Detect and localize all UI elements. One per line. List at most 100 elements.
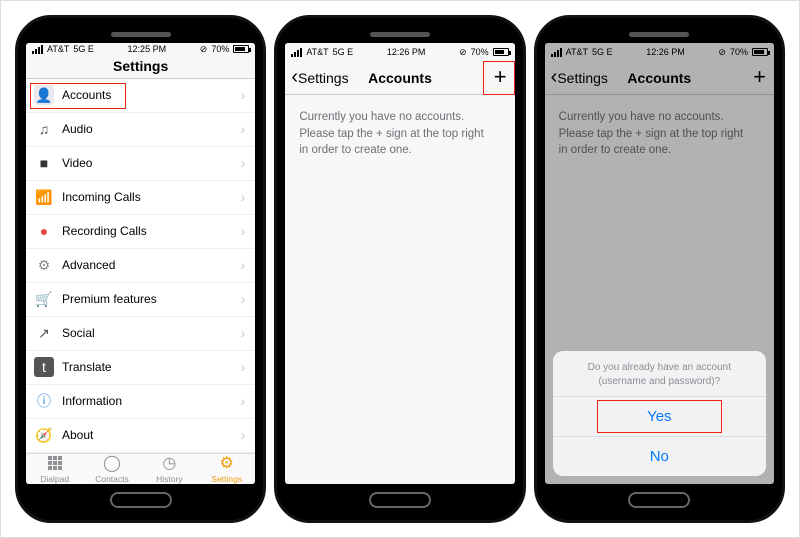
chevron-right-icon: ›	[241, 189, 246, 205]
tab-bar: Dialpad ◯ Contacts ◷ History ⚙ Settings	[26, 453, 255, 484]
chevron-right-icon: ›	[241, 359, 246, 375]
network-label: 5G E	[73, 44, 94, 54]
row-incoming[interactable]: 📶 Incoming Calls ›	[26, 181, 255, 215]
about-icon: 🧭	[34, 425, 54, 445]
clock: 12:25 PM	[128, 44, 167, 54]
chevron-right-icon: ›	[241, 325, 246, 341]
row-label: Information	[62, 394, 122, 408]
tab-label: Contacts	[95, 474, 129, 484]
row-label: Video	[62, 156, 92, 170]
chevron-right-icon: ›	[241, 427, 246, 443]
network-label: 5G E	[333, 47, 354, 57]
sheet-no-button[interactable]: No	[553, 436, 766, 476]
row-label: Audio	[62, 122, 93, 136]
sheet-prompt-line: (username and password)?	[567, 375, 752, 389]
row-accounts[interactable]: 👤 Accounts ›	[26, 79, 255, 113]
contacts-icon: ◯	[103, 454, 121, 472]
tab-history[interactable]: ◷ History	[141, 454, 198, 484]
row-recording[interactable]: ● Recording Calls ›	[26, 215, 255, 249]
row-video[interactable]: ■ Video ›	[26, 147, 255, 181]
sheet-prompt-line: Do you already have an account	[567, 361, 752, 375]
battery-icon	[493, 48, 509, 56]
row-label: About	[62, 428, 93, 442]
sheet-button-label: No	[650, 448, 669, 465]
chevron-right-icon: ›	[241, 121, 246, 137]
clock: 12:26 PM	[387, 47, 426, 57]
row-social[interactable]: ↗ Social ›	[26, 317, 255, 351]
home-button[interactable]	[110, 492, 172, 508]
record-icon: ●	[34, 221, 54, 241]
page-title: Accounts	[368, 70, 432, 86]
phone-2: AT&T 5G E 12:26 PM ⊘ 70% ‹ Settings Acco…	[274, 15, 525, 523]
history-icon: ◷	[162, 454, 176, 472]
add-button[interactable]: +	[494, 64, 507, 90]
row-label: Translate	[62, 360, 112, 374]
back-button[interactable]: ‹ Settings	[291, 67, 348, 89]
translate-icon: t	[34, 357, 54, 377]
back-label: Settings	[298, 70, 349, 86]
chevron-left-icon: ‹	[291, 67, 298, 89]
msg-line: Please tap the + sign at the top right	[299, 126, 500, 143]
row-label: Advanced	[62, 258, 115, 272]
tab-label: Dialpad	[40, 474, 69, 484]
status-bar: AT&T 5G E 12:26 PM ⊘ 70%	[285, 43, 514, 61]
home-button[interactable]	[369, 492, 431, 508]
incoming-icon: 📶	[34, 187, 54, 207]
chevron-right-icon: ›	[241, 223, 246, 239]
speaker-grille	[111, 32, 171, 37]
tab-dialpad[interactable]: Dialpad	[26, 454, 83, 484]
audio-icon: ♫	[34, 119, 54, 139]
settings-list: 👤 Accounts › ♫ Audio › ■ Video › 📶 Incom…	[26, 79, 255, 453]
battery-icon	[233, 45, 249, 53]
info-icon: ⓘ	[34, 391, 54, 411]
signal-icon	[291, 48, 302, 57]
row-premium[interactable]: 🛒 Premium features ›	[26, 283, 255, 317]
rotation-lock-icon: ⊘	[459, 47, 467, 58]
empty-state-message: Currently you have no accounts. Please t…	[285, 95, 514, 173]
msg-line: Currently you have no accounts.	[299, 109, 500, 126]
video-icon: ■	[34, 153, 54, 173]
rotation-lock-icon: ⊘	[200, 44, 208, 55]
carrier-label: AT&T	[47, 44, 69, 54]
chevron-right-icon: ›	[241, 155, 246, 171]
tab-label: Settings	[211, 474, 242, 484]
chevron-right-icon: ›	[241, 393, 246, 409]
tab-label: History	[156, 474, 182, 484]
chevron-right-icon: ›	[241, 257, 246, 273]
sheet-prompt: Do you already have an account (username…	[553, 351, 766, 397]
row-advanced[interactable]: ⚙ Advanced ›	[26, 249, 255, 283]
phone-3: AT&T 5G E 12:26 PM ⊘ 70% ‹ Settings Acco…	[534, 15, 785, 523]
chevron-right-icon: ›	[241, 87, 246, 103]
msg-line: in order to create one.	[299, 142, 500, 159]
carrier-label: AT&T	[306, 47, 328, 57]
signal-icon	[32, 45, 43, 54]
action-sheet: Do you already have an account (username…	[553, 351, 766, 476]
row-label: Incoming Calls	[62, 190, 141, 204]
home-button[interactable]	[628, 492, 690, 508]
row-audio[interactable]: ♫ Audio ›	[26, 113, 255, 147]
row-label: Social	[62, 326, 95, 340]
navbar: ‹ Settings Accounts +	[285, 61, 514, 95]
row-translate[interactable]: t Translate ›	[26, 351, 255, 385]
row-label: Recording Calls	[62, 224, 147, 238]
navbar: Settings	[26, 55, 255, 78]
tab-contacts[interactable]: ◯ Contacts	[83, 454, 140, 484]
social-icon: ↗	[34, 323, 54, 343]
advanced-icon: ⚙	[34, 255, 54, 275]
status-bar: AT&T 5G E 12:25 PM ⊘ 70%	[26, 43, 255, 55]
tab-settings[interactable]: ⚙ Settings	[198, 454, 255, 484]
plus-icon: +	[494, 64, 507, 89]
battery-pct: 70%	[211, 44, 229, 54]
row-information[interactable]: ⓘ Information ›	[26, 385, 255, 419]
speaker-grille	[629, 32, 689, 37]
row-about[interactable]: 🧭 About ›	[26, 419, 255, 453]
row-label: Accounts	[62, 88, 111, 102]
gear-icon: ⚙	[219, 454, 233, 472]
account-icon: 👤	[34, 85, 54, 105]
premium-icon: 🛒	[34, 289, 54, 309]
row-label: Premium features	[62, 292, 157, 306]
sheet-yes-button[interactable]: Yes	[553, 397, 766, 436]
chevron-right-icon: ›	[241, 291, 246, 307]
page-title: Settings	[113, 58, 168, 74]
dialpad-icon	[48, 454, 62, 472]
